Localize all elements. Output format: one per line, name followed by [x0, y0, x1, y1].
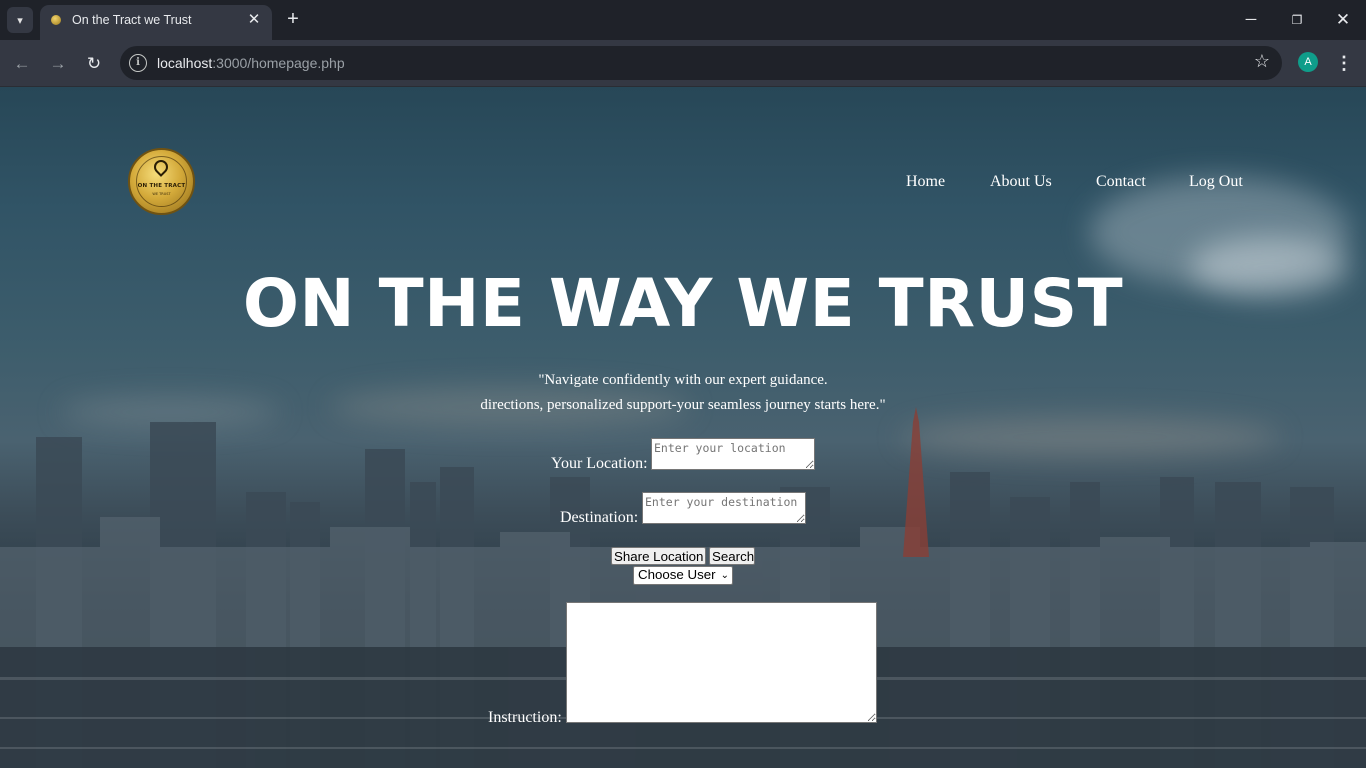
profile-avatar[interactable]: A [1298, 52, 1318, 72]
browser-tab[interactable]: On the Tract we Trust ✕ [40, 5, 272, 40]
chevron-down-icon: ⌄ [720, 570, 729, 581]
close-icon[interactable]: ✕ [245, 11, 263, 29]
url-host: localhost [157, 55, 213, 71]
info-icon[interactable]: i [129, 54, 147, 72]
browser-toolbar: ← → ↻ i localhost:3000/homepage.php ☆ A … [0, 40, 1366, 87]
nav-home-link[interactable]: Home [906, 173, 945, 191]
location-input[interactable] [651, 438, 815, 470]
instruction-textarea[interactable] [566, 602, 877, 723]
restore-icon[interactable]: ❐ [1282, 6, 1312, 34]
nav-about-link[interactable]: About Us [990, 173, 1052, 191]
hero-title: ON THE WAY WE TRUST [242, 265, 1124, 342]
browser-tab-bar: ▾ On the Tract we Trust ✕ + ─ ❐ ✕ [0, 0, 1366, 40]
url-path: :3000/homepage.php [212, 55, 345, 71]
tab-title: On the Tract we Trust [72, 13, 192, 27]
tagline-line-2: directions, personalized support-your se… [480, 397, 886, 413]
share-location-button[interactable]: Share Location [611, 547, 706, 565]
instruction-label: Instruction: [488, 709, 562, 726]
main-nav: Home About Us Contact Log Out [0, 173, 1366, 193]
window-close-icon[interactable]: ✕ [1328, 6, 1358, 34]
destination-label: Destination: [560, 509, 639, 526]
search-button[interactable]: Search [709, 547, 755, 565]
address-bar[interactable]: i localhost:3000/homepage.php ☆ [120, 46, 1282, 80]
nav-logout-link[interactable]: Log Out [1189, 173, 1243, 191]
favicon-icon [51, 15, 61, 25]
plus-icon[interactable]: + [282, 8, 304, 30]
kebab-menu-icon[interactable]: ⋮ [1334, 50, 1354, 76]
chevron-down-icon[interactable]: ▾ [7, 7, 33, 33]
reload-icon[interactable]: ↻ [81, 51, 107, 77]
url-text[interactable]: localhost:3000/homepage.php [157, 55, 345, 71]
tagline-line-1: "Navigate confidently with our expert gu… [538, 372, 828, 388]
choose-user-select[interactable]: Choose User ⌄ [633, 566, 733, 585]
arrow-right-icon[interactable]: → [45, 51, 71, 77]
location-label: Your Location: [551, 455, 648, 472]
arrow-left-icon[interactable]: ← [9, 51, 35, 77]
destination-input[interactable] [642, 492, 806, 524]
nav-contact-link[interactable]: Contact [1096, 173, 1146, 191]
page-viewport: ON THE TRACT WE TRUST Home About Us Cont… [0, 87, 1366, 768]
choose-user-value: Choose User [638, 567, 716, 582]
star-icon[interactable]: ☆ [1254, 51, 1270, 72]
minimize-icon[interactable]: ─ [1236, 6, 1266, 34]
